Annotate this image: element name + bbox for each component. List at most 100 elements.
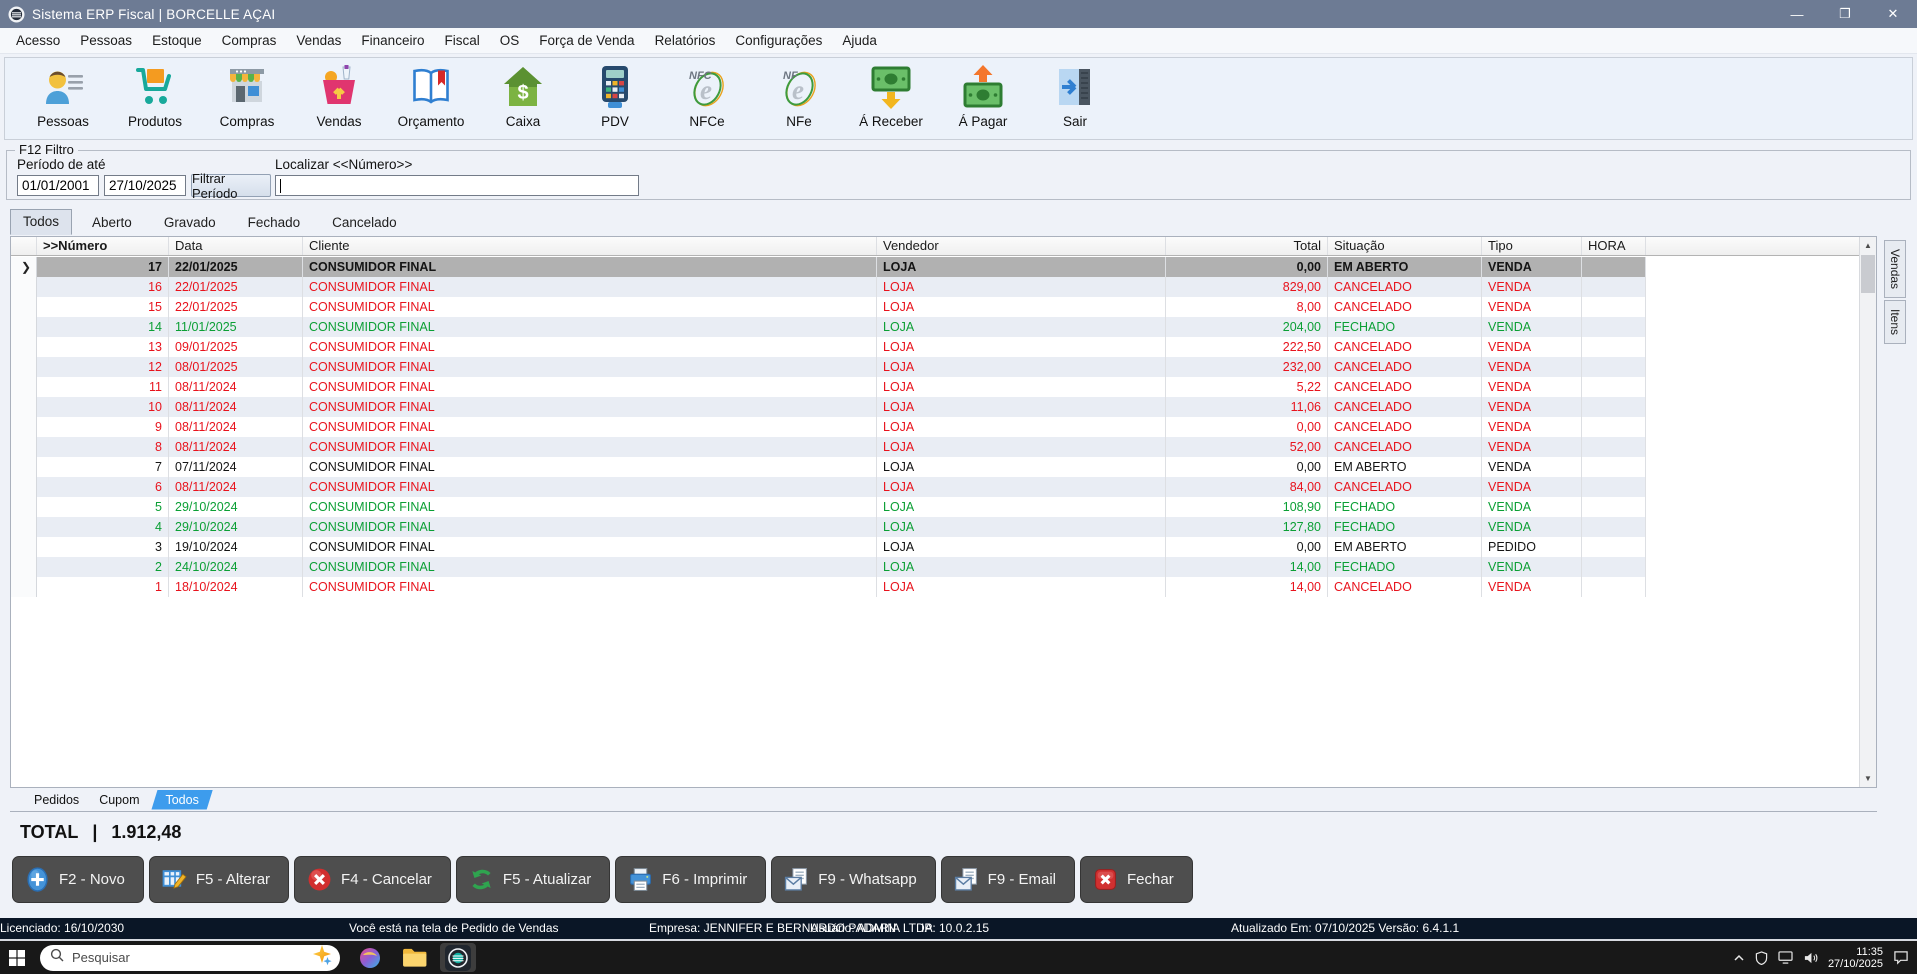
cell-vendedor: LOJA (877, 297, 1166, 317)
table-row[interactable]: 17 22/01/2025 CONSUMIDOR FINAL LOJA 0,00… (11, 257, 1646, 277)
toolbar-button[interactable]: NFCe NFCe (661, 64, 753, 129)
scroll-up-icon[interactable]: ▲ (1860, 237, 1876, 254)
status-tab[interactable]: Gravado (152, 211, 228, 235)
menu-item[interactable]: Compras (212, 29, 287, 52)
toolbar-button[interactable]: Produtos (109, 64, 201, 129)
menu-item[interactable]: Estoque (142, 29, 212, 52)
filter-period-button[interactable]: Filtrar Período (191, 174, 271, 197)
menu-item[interactable]: Ajuda (832, 29, 887, 52)
toolbar-button[interactable]: Orçamento (385, 64, 477, 129)
vertical-scrollbar[interactable]: ▲ ▼ (1859, 237, 1876, 787)
toolbar-button[interactable]: Sair (1029, 64, 1121, 129)
column-header-total[interactable]: Total (1166, 237, 1328, 255)
date-to-input[interactable]: 27/10/2025 (104, 175, 186, 196)
taskbar-search[interactable]: Pesquisar (40, 945, 340, 971)
action-button[interactable]: F5 - Alterar (149, 856, 289, 903)
column-header-data[interactable]: Data (169, 237, 303, 255)
action-button[interactable]: F9 - Email (941, 856, 1075, 903)
table-row[interactable]: 4 29/10/2024 CONSUMIDOR FINAL LOJA 127,8… (11, 517, 1646, 537)
maximize-button[interactable]: ❐ (1821, 0, 1869, 28)
toolbar-button[interactable]: Á Receber (845, 64, 937, 129)
action-button[interactable]: F5 - Atualizar (456, 856, 610, 903)
action-button[interactable]: F9 - Whatsapp (771, 856, 935, 903)
table-row[interactable]: 9 08/11/2024 CONSUMIDOR FINAL LOJA 0,00 … (11, 417, 1646, 437)
table-row[interactable]: 10 08/11/2024 CONSUMIDOR FINAL LOJA 11,0… (11, 397, 1646, 417)
table-row[interactable]: 5 29/10/2024 CONSUMIDOR FINAL LOJA 108,9… (11, 497, 1646, 517)
menu-item[interactable]: OS (490, 29, 530, 52)
side-tab[interactable]: Itens (1884, 300, 1906, 344)
column-header-hora[interactable]: HORA (1582, 237, 1646, 255)
status-tab[interactable]: Aberto (80, 211, 144, 235)
table-row[interactable]: 16 22/01/2025 CONSUMIDOR FINAL LOJA 829,… (11, 277, 1646, 297)
status-tab[interactable]: Fechado (236, 211, 313, 235)
column-header-situacao[interactable]: Situação (1328, 237, 1482, 255)
menu-item[interactable]: Vendas (286, 29, 351, 52)
cell-total: 0,00 (1166, 537, 1328, 557)
row-indicator-cell (11, 497, 37, 517)
toolbar-button[interactable]: PDV (569, 64, 661, 129)
table-row[interactable]: 2 24/10/2024 CONSUMIDOR FINAL LOJA 14,00… (11, 557, 1646, 577)
taskbar-clock[interactable]: 11:35 27/10/2025 (1828, 946, 1883, 970)
file-explorer-icon[interactable] (396, 943, 432, 972)
toolbar-button[interactable]: Compras (201, 64, 293, 129)
view-tab[interactable]: Pedidos (26, 790, 87, 810)
svg-text:e: e (700, 75, 712, 105)
minimize-button[interactable]: — (1773, 0, 1821, 28)
screen: Sistema ERP Fiscal | BORCELLE AÇAI — ❐ ✕… (0, 0, 1917, 974)
table-row[interactable]: 7 07/11/2024 CONSUMIDOR FINAL LOJA 0,00 … (11, 457, 1646, 477)
action-button[interactable]: F4 - Cancelar (294, 856, 451, 903)
close-button[interactable]: ✕ (1869, 0, 1917, 28)
menu-item[interactable]: Relatórios (645, 29, 726, 52)
column-header-tipo[interactable]: Tipo (1482, 237, 1582, 255)
erp-app-icon[interactable] (440, 943, 476, 972)
action-button[interactable]: F6 - Imprimir (615, 856, 766, 903)
table-row[interactable]: 8 08/11/2024 CONSUMIDOR FINAL LOJA 52,00… (11, 437, 1646, 457)
date-from-input[interactable]: 01/01/2001 (17, 175, 99, 196)
toolbar-button[interactable]: $ Caixa (477, 64, 569, 129)
cell-total: 222,50 (1166, 337, 1328, 357)
action-button[interactable]: F2 - Novo (12, 856, 144, 903)
search-number-input[interactable] (275, 175, 639, 196)
menu-item[interactable]: Fiscal (434, 29, 489, 52)
copilot-app-icon[interactable] (352, 943, 388, 972)
table-row[interactable]: 6 08/11/2024 CONSUMIDOR FINAL LOJA 84,00… (11, 477, 1646, 497)
table-row[interactable]: 14 11/01/2025 CONSUMIDOR FINAL LOJA 204,… (11, 317, 1646, 337)
cell-data: 29/10/2024 (169, 497, 303, 517)
action-button[interactable]: Fechar (1080, 856, 1193, 903)
menu-item[interactable]: Configurações (725, 29, 832, 52)
table-row[interactable]: 3 19/10/2024 CONSUMIDOR FINAL LOJA 0,00 … (11, 537, 1646, 557)
toolbar-button[interactable]: Á Pagar (937, 64, 1029, 129)
side-tab[interactable]: Vendas (1884, 240, 1906, 298)
tray-volume-icon[interactable] (1803, 951, 1818, 965)
table-row[interactable]: 15 22/01/2025 CONSUMIDOR FINAL LOJA 8,00… (11, 297, 1646, 317)
scrollbar-thumb[interactable] (1861, 255, 1875, 293)
status-tab[interactable]: Todos (10, 209, 72, 235)
toolbar-button[interactable]: Vendas (293, 64, 385, 129)
tray-chevron-up-icon[interactable] (1733, 952, 1745, 964)
table-row[interactable]: 12 08/01/2025 CONSUMIDOR FINAL LOJA 232,… (11, 357, 1646, 377)
row-indicator-cell (11, 437, 37, 457)
scroll-down-icon[interactable]: ▼ (1860, 770, 1876, 787)
column-header-cliente[interactable]: Cliente (303, 237, 877, 255)
table-row[interactable]: 1 18/10/2024 CONSUMIDOR FINAL LOJA 14,00… (11, 577, 1646, 597)
cell-hora (1582, 477, 1646, 497)
status-tab[interactable]: Cancelado (320, 211, 409, 235)
menu-item[interactable]: Acesso (6, 29, 70, 52)
column-header-vendedor[interactable]: Vendedor (877, 237, 1166, 255)
table-row[interactable]: 11 08/11/2024 CONSUMIDOR FINAL LOJA 5,22… (11, 377, 1646, 397)
view-tab[interactable]: Todos (151, 790, 212, 810)
cell-data: 09/01/2025 (169, 337, 303, 357)
toolbar-button[interactable]: NFe NFe (753, 64, 845, 129)
start-button[interactable] (0, 941, 34, 974)
menu-item[interactable]: Força de Venda (529, 29, 644, 52)
menu-item[interactable]: Financeiro (351, 29, 434, 52)
toolbar-button[interactable]: Pessoas (17, 64, 109, 129)
column-header-numero[interactable]: >>Número (37, 237, 169, 255)
tray-network-icon[interactable] (1778, 951, 1793, 964)
menu-item[interactable]: Pessoas (70, 29, 142, 52)
menubar: AcessoPessoasEstoqueComprasVendasFinance… (0, 28, 1917, 54)
table-row[interactable]: 13 09/01/2025 CONSUMIDOR FINAL LOJA 222,… (11, 337, 1646, 357)
notification-center-icon[interactable] (1893, 950, 1909, 965)
view-tab[interactable]: Cupom (91, 790, 147, 810)
tray-security-icon[interactable] (1755, 951, 1768, 965)
